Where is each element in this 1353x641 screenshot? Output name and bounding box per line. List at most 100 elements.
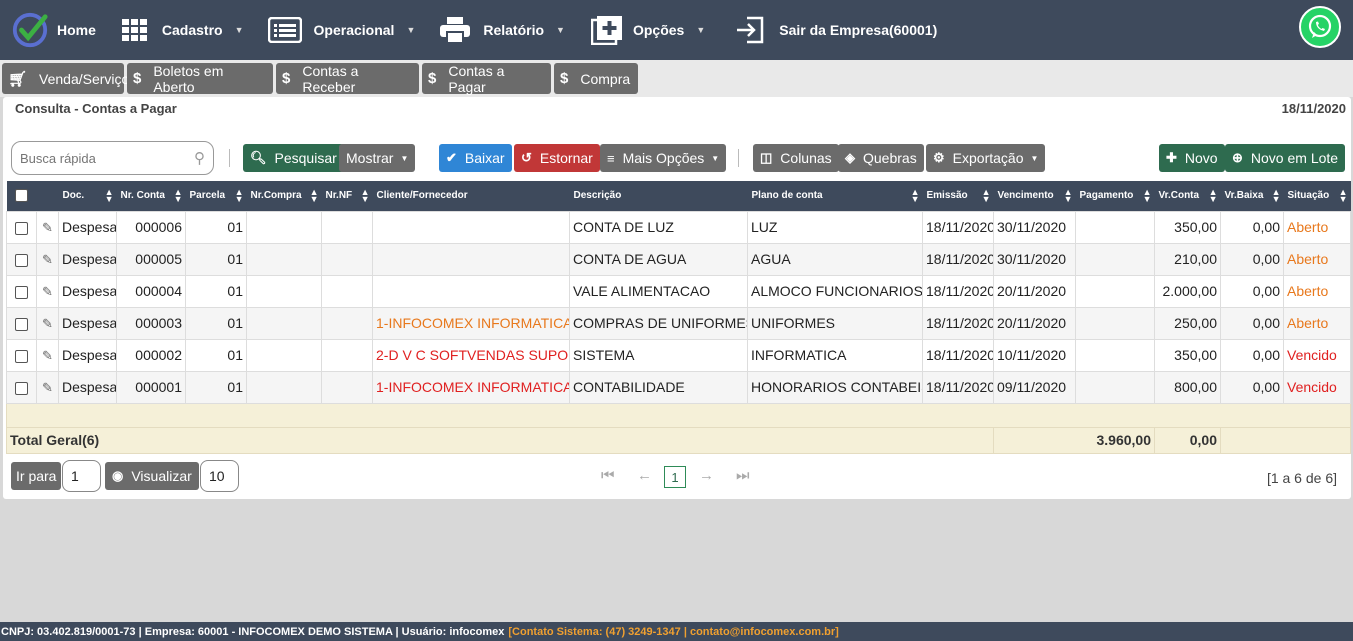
cell-plano: INFORMATICA <box>747 338 923 372</box>
table-row[interactable]: ✎ Despesa 000006 01 CONTA DE LUZ LUZ 18/11/202… <box>6 210 1351 244</box>
col-header[interactable]: Pagamento ▲ ▼ <box>1075 181 1155 211</box>
col-header[interactable]: Descrição <box>569 181 748 211</box>
pesquisar-button[interactable]: 🔍︎ Pesquisar <box>243 144 344 172</box>
baixar-label: Baixar <box>464 150 505 166</box>
first-page-icon[interactable]: ⏮ <box>601 467 615 484</box>
pencil-icon[interactable]: ✎ <box>42 316 53 331</box>
row-checkbox[interactable] <box>15 349 28 363</box>
nav-opcoes[interactable]: Opções ▼ <box>590 0 705 60</box>
page-title: Consulta - Contas a Pagar <box>15 101 177 116</box>
cell-nf <box>321 210 373 244</box>
next-page-icon[interactable]: → <box>699 467 714 484</box>
pencil-icon[interactable]: ✎ <box>42 284 53 299</box>
col-header[interactable]: Vencimento ▲ ▼ <box>993 181 1076 211</box>
novo-button[interactable]: ✚ Novo <box>1159 144 1225 172</box>
table-row[interactable]: ✎ Despesa 000005 01 CONTA DE AGUA AGUA 18/11/2… <box>6 242 1351 276</box>
cell-nf <box>321 370 373 404</box>
row-checkbox[interactable] <box>15 285 28 299</box>
col-header[interactable]: Cliente/Fornecedor <box>372 181 570 211</box>
pencil-icon[interactable]: ✎ <box>42 348 53 363</box>
last-page-icon[interactable]: ⏭ <box>736 467 750 484</box>
shortcut-label: Venda/Serviço <box>39 70 130 87</box>
table-row[interactable]: ✎ Despesa 000001 01 1-INFOCOMEX INFORMATICA C… <box>6 370 1351 404</box>
shortcut-boletos-aberto[interactable]: $ Boletos em Aberto <box>127 63 273 95</box>
row-checkbox[interactable] <box>15 253 28 267</box>
sort-icon: ▲ ▼ <box>1271 187 1281 204</box>
prev-page-icon[interactable]: ← <box>637 467 652 484</box>
cell-vr-baixa: 0,00 <box>1220 370 1284 404</box>
whatsapp-button[interactable] <box>1299 6 1341 48</box>
row-checkbox[interactable] <box>15 381 28 395</box>
sort-icon: ▲ ▼ <box>1142 187 1152 204</box>
shortcut-venda-servico[interactable]: 🛒︎ Venda/Serviço <box>2 63 129 94</box>
estornar-button[interactable]: ↺ Estornar <box>514 144 600 172</box>
cell-doc: Despesa <box>58 306 117 340</box>
mais-opcoes-label: Mais Opções <box>622 150 705 166</box>
layers-icon: ◈ <box>845 150 855 165</box>
nav-home[interactable]: Home <box>57 0 96 60</box>
baixar-button[interactable]: ✔ Baixar <box>439 144 512 172</box>
shortcut-contas-receber[interactable]: $ Contas a Receber <box>276 63 419 95</box>
row-edit-cell: ✎ <box>36 370 59 404</box>
mostrar-dropdown[interactable]: Mostrar ▼ <box>339 144 416 172</box>
nav-sair-empresa[interactable]: Sair da Empresa(60001) <box>735 0 937 60</box>
pencil-icon[interactable]: ✎ <box>42 252 53 267</box>
quebras-button[interactable]: ◈ Quebras <box>838 144 924 172</box>
col-header[interactable]: Nr.Compra ▲ ▼ <box>246 181 322 211</box>
page-input[interactable]: 1 <box>62 460 101 492</box>
search-icon[interactable]: ⚲ <box>194 149 205 167</box>
row-checkbox[interactable] <box>15 317 28 331</box>
novo-em-lote-button[interactable]: ⊕ Novo em Lote <box>1225 144 1346 172</box>
col-header[interactable]: Vr.Conta ▲ ▼ <box>1154 181 1221 211</box>
current-page[interactable]: 1 <box>664 466 686 488</box>
caret-down-icon: ▼ <box>400 153 409 163</box>
col-header-label: Situação <box>1287 190 1330 202</box>
cell-vencimento: 20/11/2020 <box>993 274 1076 308</box>
dollar-icon: $ <box>282 70 291 87</box>
cell-compra <box>246 210 322 244</box>
per-page-input[interactable]: 10 <box>200 460 239 492</box>
col-header[interactable]: Parcela ▲ ▼ <box>185 181 247 211</box>
ir-para-button[interactable]: Ir para <box>11 462 62 490</box>
col-header[interactable]: Emissão ▲ ▼ <box>922 181 994 211</box>
table-row[interactable]: ✎ Despesa 000002 01 2-D V C SOFTVENDAS SUPOR… <box>6 338 1351 372</box>
visualizar-button[interactable]: ◉ Visualizar <box>105 462 199 490</box>
colunas-button[interactable]: ◫ Colunas <box>753 144 839 172</box>
cell-plano: ALMOCO FUNCIONARIOS <box>747 274 923 308</box>
cell-situacao: Aberto <box>1283 306 1351 340</box>
app-logo-icon[interactable] <box>11 11 49 49</box>
col-header[interactable]: Nr. Conta ▲ ▼ <box>116 181 186 211</box>
nav-relatorio-label: Relatório <box>483 22 545 38</box>
cell-vencimento: 09/11/2020 <box>993 370 1076 404</box>
col-header[interactable]: Doc. ▲ ▼ <box>58 181 117 211</box>
table-row[interactable]: ✎ Despesa 000003 01 1-INFOCOMEX INFORMATICA C… <box>6 306 1351 340</box>
table-row[interactable]: ✎ Despesa 000004 01 VALE ALIMENTACAO ALMOCO F… <box>6 274 1351 308</box>
select-all-checkbox[interactable] <box>15 189 28 203</box>
cell-vr-conta: 350,00 <box>1154 210 1221 244</box>
mais-opcoes-dropdown[interactable]: ≡ Mais Opções ▼ <box>600 144 727 172</box>
pencil-icon[interactable]: ✎ <box>42 380 53 395</box>
nav-relatorio[interactable]: Relatório ▼ <box>439 0 565 60</box>
row-edit-cell: ✎ <box>36 338 59 372</box>
empty-row <box>6 402 1351 428</box>
cell-nf <box>321 274 373 308</box>
col-header-label: Nr. Conta <box>120 190 165 202</box>
col-header[interactable]: Nr.NF ▲ ▼ <box>321 181 373 211</box>
cell-pagamento <box>1075 338 1155 372</box>
col-header-label: Pagamento <box>1079 190 1134 202</box>
row-checkbox[interactable] <box>15 221 28 235</box>
nav-operacional[interactable]: Operacional ▼ <box>267 0 415 60</box>
shortcut-compra[interactable]: $ Compra <box>554 63 638 94</box>
novo-label: Novo <box>1184 150 1218 166</box>
exportacao-dropdown[interactable]: ⚙ Exportação ▼ <box>926 144 1046 172</box>
col-header[interactable]: Plano de conta ▲ ▼ <box>747 181 923 211</box>
plus-circle-icon: ⊕ <box>1232 150 1243 165</box>
col-header[interactable]: Situação ▲ ▼ <box>1283 181 1351 211</box>
pencil-icon[interactable]: ✎ <box>42 220 53 235</box>
nav-cadastro-label: Cadastro <box>161 22 223 38</box>
col-header[interactable]: Vr.Baixa ▲ ▼ <box>1220 181 1284 211</box>
shortcut-contas-pagar[interactable]: $ Contas a Pagar <box>422 63 551 95</box>
search-input[interactable] <box>20 150 185 166</box>
nav-cadastro[interactable]: Cadastro ▼ <box>121 0 244 60</box>
whatsapp-icon <box>1308 14 1332 38</box>
